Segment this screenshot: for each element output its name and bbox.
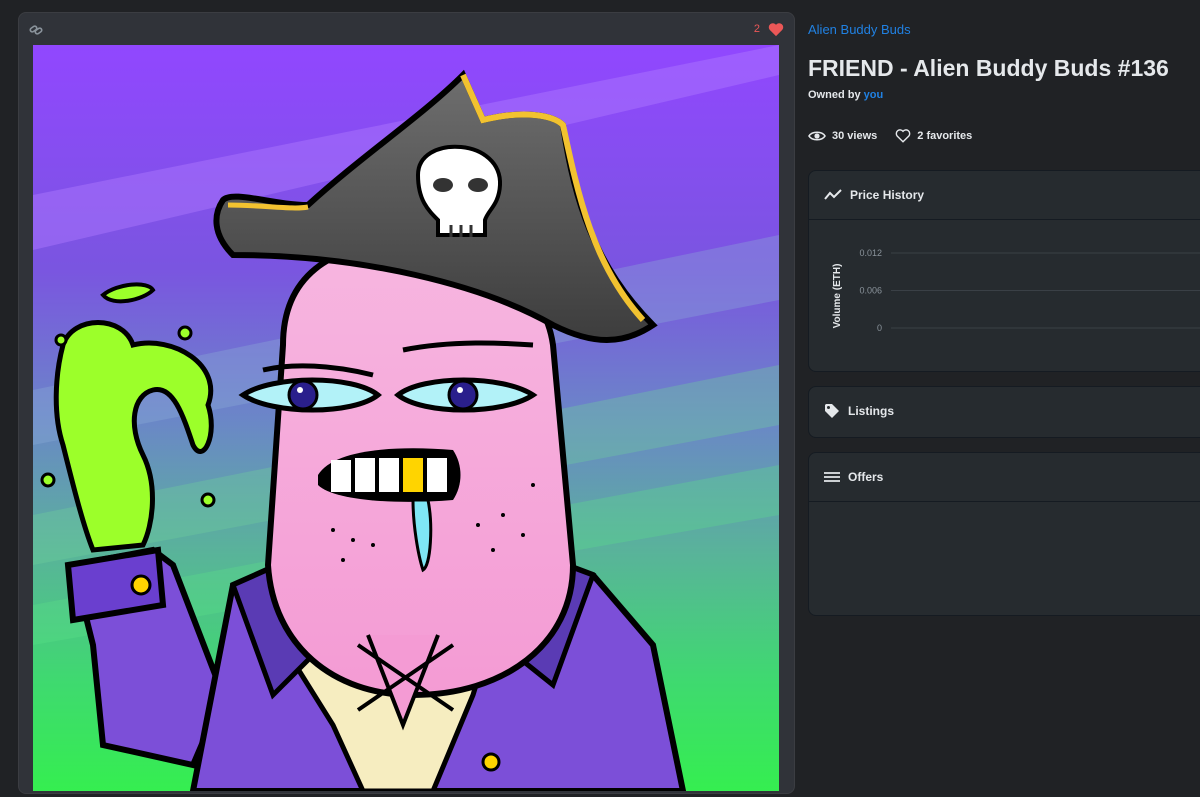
offers-header[interactable]: Offers	[809, 453, 1200, 502]
nft-artwork-image	[33, 45, 779, 791]
y-tick-label: 0.012	[859, 248, 882, 258]
favorites-stat[interactable]: 2 favorites	[895, 129, 972, 143]
item-title: FRIEND - Alien Buddy Buds #136	[808, 55, 1169, 81]
views-count: 30 views	[832, 130, 878, 142]
link-icon[interactable]	[29, 23, 43, 37]
owner-link[interactable]: you	[864, 89, 884, 101]
item-stats: 30 views 2 favorites	[808, 129, 990, 143]
y-tick-label: 0	[877, 323, 882, 333]
list-icon	[824, 472, 840, 482]
trend-line-icon	[824, 189, 842, 200]
collection-link[interactable]: Alien Buddy Buds	[808, 22, 911, 37]
offers-title: Offers	[848, 470, 884, 484]
listings-title: Listings	[848, 404, 895, 418]
y-tick-label: 0.006	[859, 286, 882, 296]
listings-header[interactable]: Listings	[809, 387, 1200, 435]
favorite-count: 2	[753, 23, 760, 35]
y-axis-title: Volume (ETH)	[832, 264, 843, 329]
price-history-chart: Volume (ETH) 0.012 0.006 0	[832, 248, 1200, 333]
tag-icon	[825, 404, 839, 418]
price-history-header[interactable]: Price History	[809, 171, 1200, 220]
heart-outline-icon	[895, 129, 911, 143]
eye-icon	[808, 131, 826, 141]
price-history-title: Price History	[850, 188, 925, 202]
price-history-panel: Price History Volume (ETH) 0.012 0.006 0	[808, 170, 1200, 372]
artwork-header: 2	[19, 13, 794, 45]
artwork-card: 2	[18, 12, 795, 794]
heart-filled-icon[interactable]	[768, 22, 784, 37]
owned-by-label: Owned by	[808, 89, 861, 101]
favorites-label: 2 favorites	[917, 130, 973, 142]
listings-panel: Listings	[808, 386, 1200, 438]
owner-line: Owned by you	[808, 89, 883, 101]
y-axis-ticks: 0.012 0.006 0	[859, 248, 1200, 333]
views-stat: 30 views	[808, 130, 877, 142]
offers-panel: Offers	[808, 452, 1200, 616]
